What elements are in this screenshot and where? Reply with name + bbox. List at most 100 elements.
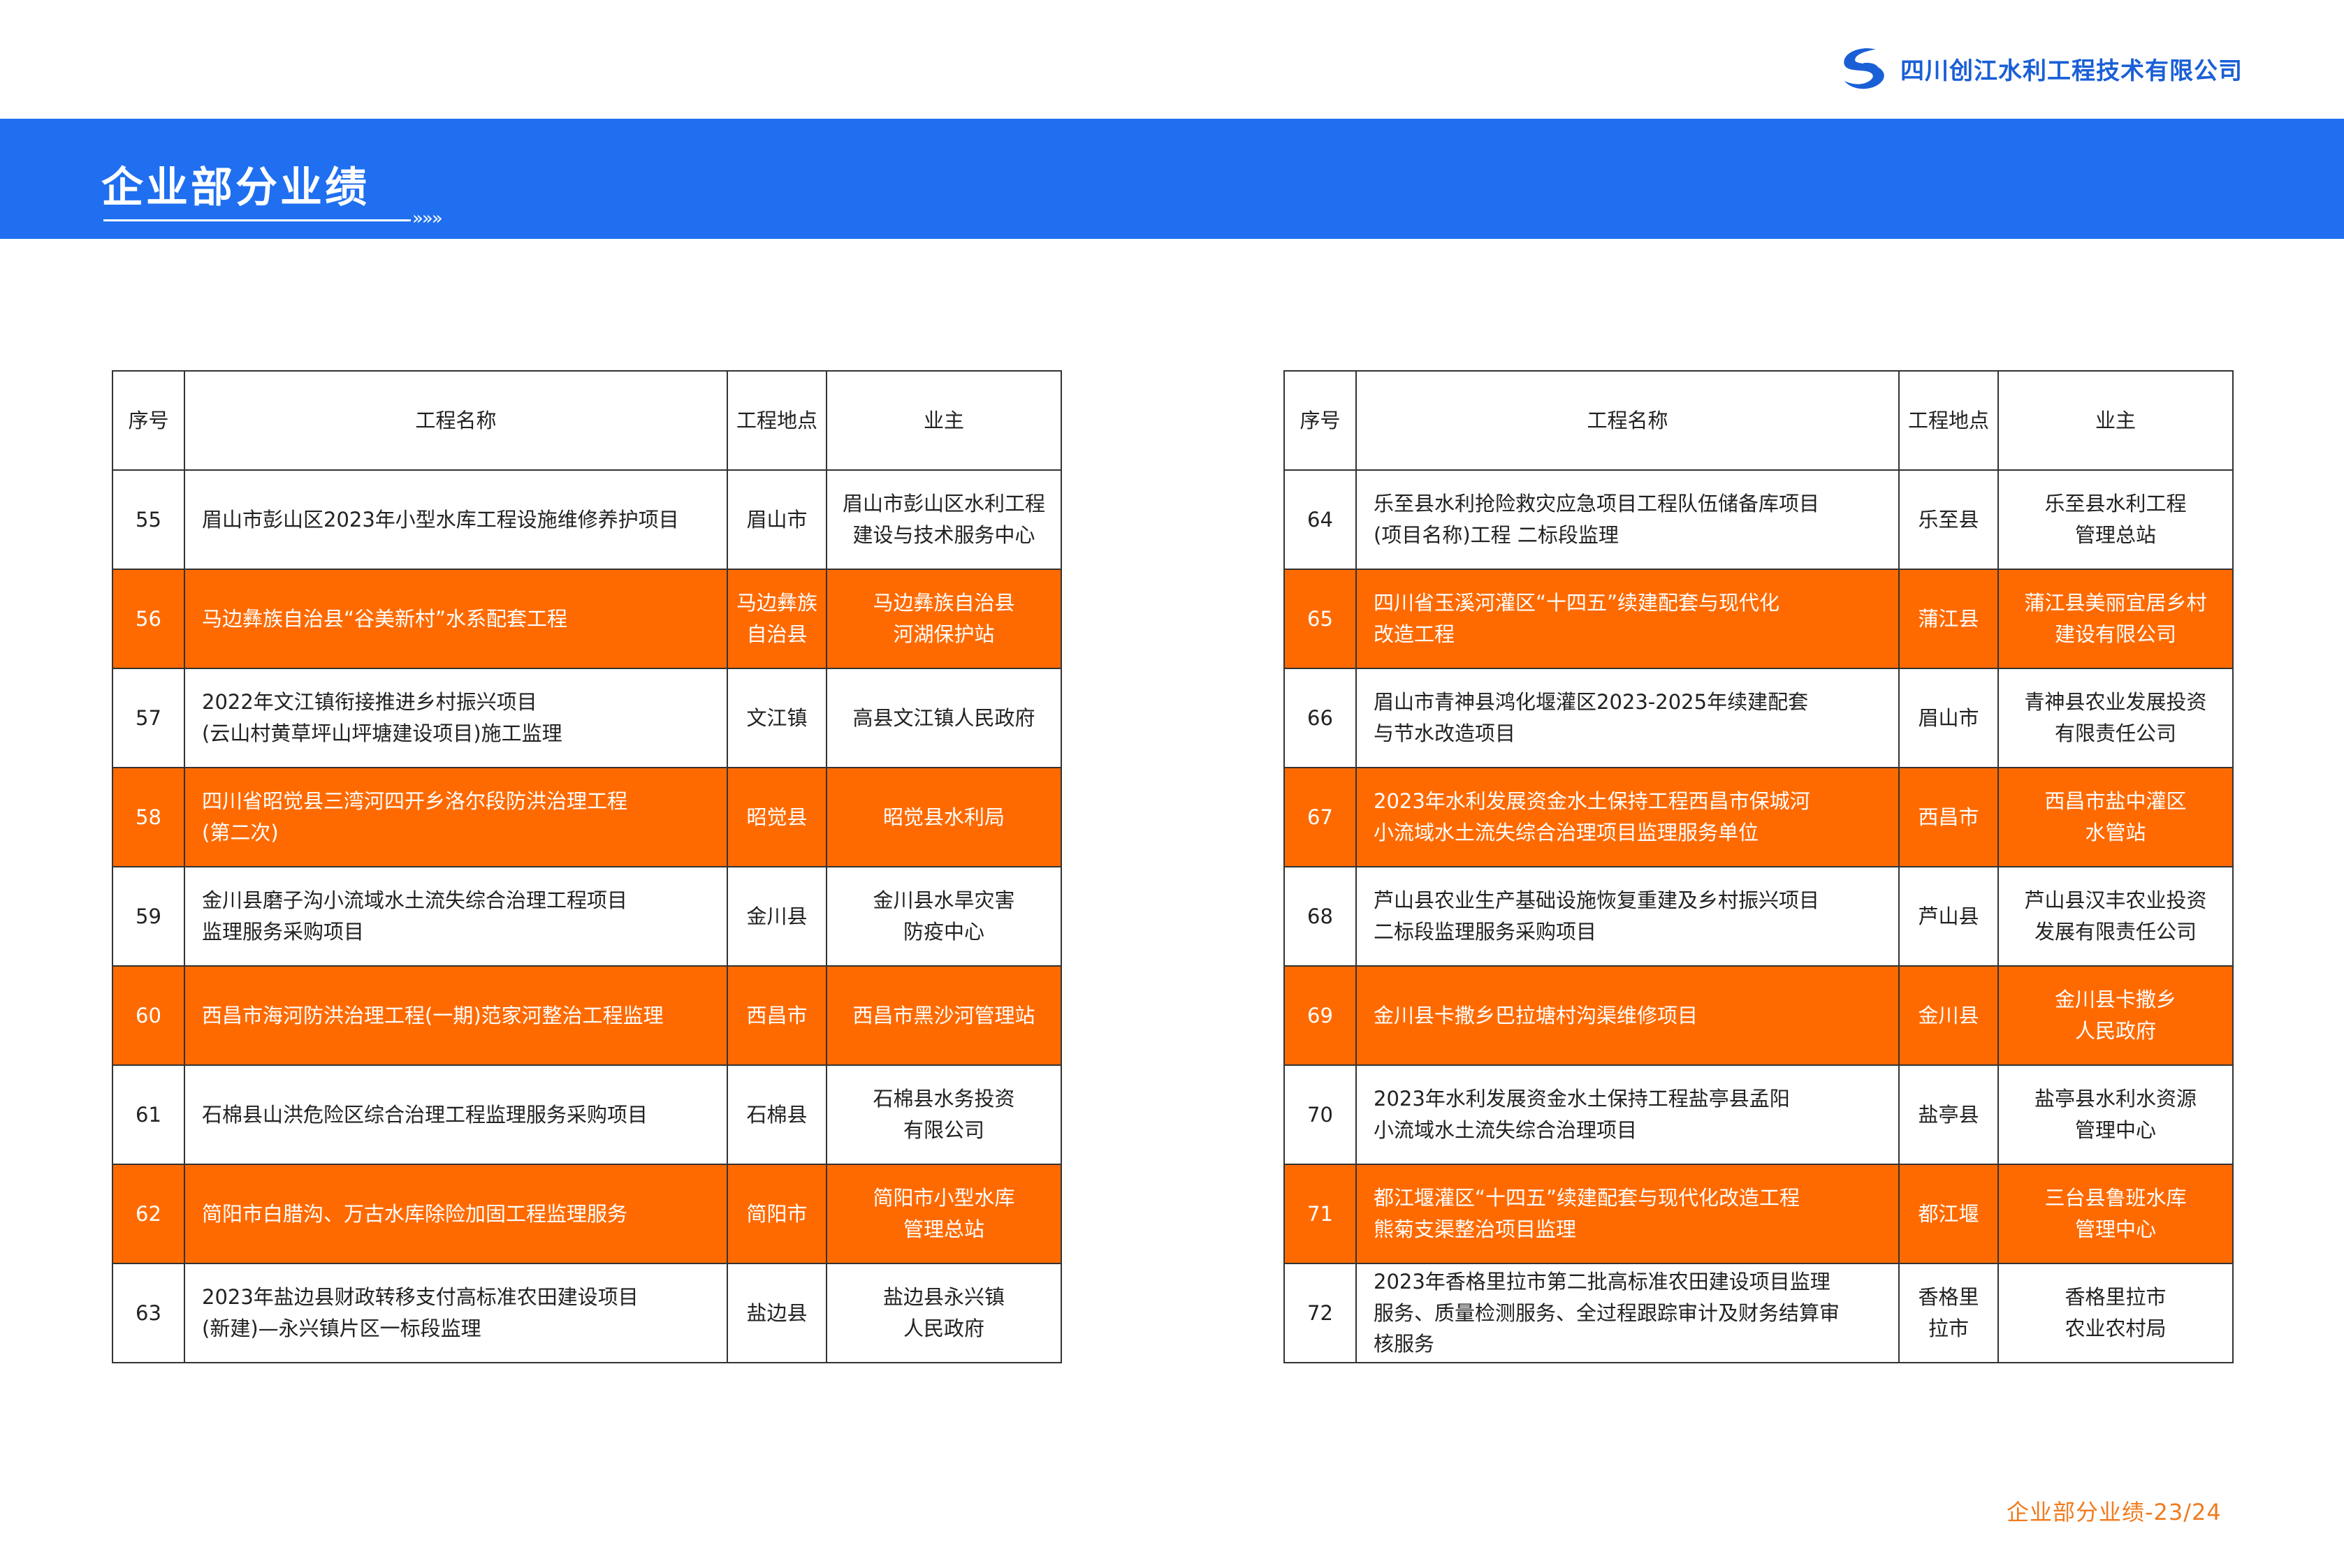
cell-owner: 芦山县汉丰农业投资 发展有限责任公司 xyxy=(1997,866,2234,967)
cell-project-name-line: 西昌市海河防洪治理工程(一期)范家河整治工程监理 xyxy=(202,1003,664,1027)
performance-table-right: 序号 工程名称 工程地点 业主 64 乐至县水利抢险救灾应急项目工程队伍储备库项目… xyxy=(1283,370,2234,1363)
cell-location-line: 蒲江县 xyxy=(1918,606,1979,631)
table-row: 62 简阳市白腊沟、万古水库除险加固工程监理服务 简阳市 简阳市小型水库 管理总站 xyxy=(112,1164,1062,1264)
table-row: 66 眉山市青神县鸿化堰灌区2023-2025年续建配套 与节水改造项目 眉山市 青神县… xyxy=(1283,668,2234,768)
cell-project-name-line: 石棉县山洪危险区综合治理工程监理服务采购项目 xyxy=(202,1102,648,1127)
table-row: 59 金川县磨子沟小流域水土流失综合治理工程项目 监理服务采购项目 金川县 金川县水旱灾… xyxy=(112,866,1062,967)
cell-location-line: 眉山市 xyxy=(1918,705,1979,730)
cell-location: 眉山市 xyxy=(727,469,827,570)
cell-location: 金川县 xyxy=(727,866,827,967)
cell-location-line: 芦山县 xyxy=(1918,904,1979,928)
cell-project-name-line: 2023年香格里拉市第二批高标准农田建设项目监理 xyxy=(1374,1269,1830,1294)
table-row: 63 2023年盐边县财政转移支付高标准农田建设项目 (新建)—永兴镇片区一标段监理… xyxy=(112,1263,1062,1363)
cell-project-name-line: 熊菊支渠整治项目监理 xyxy=(1374,1217,1577,1241)
cell-owner-line: 盐边县永兴镇 xyxy=(882,1285,1005,1310)
cell-location-line: 香格里 xyxy=(1918,1285,1979,1310)
cell-location: 马边彝族 自治县 xyxy=(727,569,827,669)
cell-project-name-line: 眉山市彭山区2023年小型水库工程设施维修养护项目 xyxy=(202,507,679,532)
table-row: 56 马边彝族自治县“谷美新村”水系配套工程 马边彝族 自治县 马边彝族自治县 河湖保护站 xyxy=(112,569,1062,669)
cell-project-name: 乐至县水利抢险救灾应急项目工程队伍储备库项目 (项目名称)工程 二标段监理 xyxy=(1355,469,1900,570)
cell-project-name-line: 简阳市白腊沟、万古水库除险加固工程监理服务 xyxy=(202,1201,628,1226)
cell-project-name-line: 小流域水土流失综合治理项目监理服务单位 xyxy=(1374,821,1759,844)
cell-owner: 眉山市彭山区水利工程 建设与技术服务中心 xyxy=(826,469,1062,570)
cell-project-name: 2023年水利发展资金水土保持工程西昌市保城河 小流域水土流失综合治理项目监理服务… xyxy=(1355,767,1900,867)
table-row: 71 都江堰灌区“十四五”续建配套与现代化改造工程 熊菊支渠整治项目监理 都江堰 三台县… xyxy=(1283,1164,2234,1264)
cell-location: 西昌市 xyxy=(727,965,827,1066)
cell-owner-line: 石棉县水务投资 xyxy=(873,1087,1015,1111)
cell-no: 55 xyxy=(112,469,185,570)
cell-owner-line: 金川县水旱灾害 xyxy=(873,888,1015,913)
cell-project-name-line: 四川省玉溪河灌区“十四五”续建配套与现代化 xyxy=(1374,591,1780,615)
table-row: 69 金川县卡撒乡巴拉塘村沟渠维修项目 金川县 金川县卡撒乡 人民政府 xyxy=(1283,965,2234,1066)
cell-project-name: 2022年文江镇衔接推进乡村振兴项目 (云山村黄草坪山坪塘建设项目)施工监理 xyxy=(184,668,728,768)
cell-owner-line: 防疫中心 xyxy=(903,920,984,944)
cell-location: 石棉县 xyxy=(727,1064,827,1165)
header-name: 工程名称 xyxy=(1355,370,1900,471)
page-footer: 企业部分业绩-23/24 xyxy=(2007,1499,2222,1525)
table-row: 58 四川省昭觉县三湾河四开乡洛尔段防洪治理工程 (第二次) 昭觉县 昭觉县水利局 xyxy=(112,767,1062,867)
cell-location-line: 都江堰 xyxy=(1918,1201,1979,1226)
cell-project-name-line: (项目名称)工程 二标段监理 xyxy=(1374,523,1619,547)
header-location: 工程地点 xyxy=(727,370,827,471)
header-no: 序号 xyxy=(112,370,185,471)
cell-project-name-line: (云山村黄草坪山坪塘建设项目)施工监理 xyxy=(202,721,562,745)
cell-project-name: 金川县卡撒乡巴拉塘村沟渠维修项目 xyxy=(1355,965,1900,1066)
cell-project-name: 都江堰灌区“十四五”续建配套与现代化改造工程 熊菊支渠整治项目监理 xyxy=(1355,1164,1900,1264)
cell-owner-line: 管理总站 xyxy=(903,1217,984,1241)
cell-owner-line: 昭觉县水利局 xyxy=(882,805,1005,829)
cell-project-name-line: 二标段监理服务采购项目 xyxy=(1374,920,1597,944)
cell-owner: 盐边县永兴镇 人民政府 xyxy=(826,1263,1062,1363)
title-underline xyxy=(103,219,411,221)
table-row: 55 眉山市彭山区2023年小型水库工程设施维修养护项目 眉山市 眉山市彭山区水利工程… xyxy=(112,469,1062,570)
cell-owner-line: 眉山市彭山区水利工程 xyxy=(842,492,1045,516)
section-banner: 企业部分业绩 »»» xyxy=(0,119,2344,239)
cell-project-name: 石棉县山洪危险区综合治理工程监理服务采购项目 xyxy=(184,1064,728,1165)
company-logo: 四川创江水利工程技术有限公司 xyxy=(1836,43,2243,94)
cell-location-line: 自治县 xyxy=(746,622,808,646)
cell-location: 文江镇 xyxy=(727,668,827,768)
table-row: 67 2023年水利发展资金水土保持工程西昌市保城河 小流域水土流失综合治理项目监理… xyxy=(1283,767,2234,867)
cell-no: 69 xyxy=(1283,965,1357,1066)
cell-project-name: 2023年盐边县财政转移支付高标准农田建设项目 (新建)—永兴镇片区一标段监理 xyxy=(184,1263,728,1363)
cell-project-name: 2023年水利发展资金水土保持工程盐亭县孟阳 小流域水土流失综合治理项目 xyxy=(1355,1064,1900,1165)
table-header-row: 序号 工程名称 工程地点 业主 xyxy=(112,370,1062,471)
table-row: 60 西昌市海河防洪治理工程(一期)范家河整治工程监理 西昌市 西昌市黑沙河管理站 xyxy=(112,965,1062,1066)
cell-project-name-line: 服务、质量检测服务、全过程跟踪审计及财务结算审 xyxy=(1374,1300,1840,1325)
cell-owner: 昭觉县水利局 xyxy=(826,767,1062,867)
cell-location: 金川县 xyxy=(1898,965,1999,1066)
cell-project-name-line: 马边彝族自治县“谷美新村”水系配套工程 xyxy=(202,606,568,631)
cell-location-line: 眉山市 xyxy=(746,507,808,532)
cell-project-name-line: 2023年水利发展资金水土保持工程西昌市保城河 xyxy=(1374,789,1810,814)
cell-owner: 香格里拉市 农业农村局 xyxy=(1997,1263,2234,1363)
cell-owner-line: 青神县农业发展投资 xyxy=(2024,690,2207,715)
cell-no: 60 xyxy=(112,965,185,1066)
cell-location-line: 西昌市 xyxy=(746,1003,808,1027)
cell-project-name-line: (第二次) xyxy=(202,821,279,844)
cell-owner-line: 有限公司 xyxy=(903,1118,984,1142)
cell-location: 蒲江县 xyxy=(1898,569,1999,669)
cell-location-line: 马边彝族 xyxy=(736,591,817,615)
cell-project-name: 简阳市白腊沟、万古水库除险加固工程监理服务 xyxy=(184,1164,728,1264)
cell-owner-line: 西昌市黑沙河管理站 xyxy=(852,1003,1035,1027)
cell-owner-line: 马边彝族自治县 xyxy=(873,591,1015,615)
cell-project-name: 芦山县农业生产基础设施恢复重建及乡村振兴项目 二标段监理服务采购项目 xyxy=(1355,866,1900,967)
cell-project-name-line: 芦山县农业生产基础设施恢复重建及乡村振兴项目 xyxy=(1374,888,1820,913)
cell-no: 66 xyxy=(1283,668,1357,768)
cell-owner: 盐亭县水利水资源 管理中心 xyxy=(1997,1064,2234,1165)
cell-location: 香格里 拉市 xyxy=(1898,1263,1999,1363)
cell-location: 西昌市 xyxy=(1898,767,1999,867)
cell-project-name-line: 核服务 xyxy=(1374,1332,1435,1356)
cell-owner-line: 乐至县水利工程 xyxy=(2044,492,2187,516)
cell-owner-line: 农业农村局 xyxy=(2065,1317,2167,1340)
cell-project-name: 眉山市彭山区2023年小型水库工程设施维修养护项目 xyxy=(184,469,728,570)
header-location: 工程地点 xyxy=(1898,370,1999,471)
cell-owner-line: 有限责任公司 xyxy=(2054,721,2176,745)
cell-location: 盐亭县 xyxy=(1898,1064,1999,1165)
cell-owner: 西昌市黑沙河管理站 xyxy=(826,965,1062,1066)
cell-owner-line: 蒲江县美丽宜居乡村 xyxy=(2024,591,2207,615)
cell-no: 61 xyxy=(112,1064,185,1165)
cell-no: 64 xyxy=(1283,469,1357,570)
table-header-row: 序号 工程名称 工程地点 业主 xyxy=(1283,370,2234,471)
cell-owner: 乐至县水利工程 管理总站 xyxy=(1997,469,2234,570)
cell-no: 70 xyxy=(1283,1064,1357,1165)
